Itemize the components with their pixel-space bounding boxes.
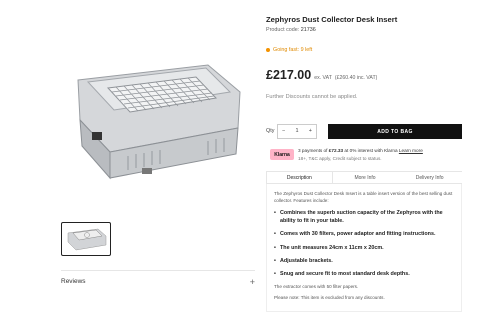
feature-item: The unit measures 24cm x 11cm x 20cm. [274,244,454,252]
feature-item: Combines the superb suction capacity of … [274,209,454,225]
product-main-image[interactable] [58,40,250,190]
tab-description[interactable]: Description [266,172,333,183]
tab-more-info[interactable]: More Info [333,172,398,183]
product-code: Product code: 21736 [266,27,316,33]
klarna-amount: £72.33 [328,148,344,153]
expand-plus-icon[interactable]: + [250,277,255,287]
add-to-bag-button[interactable]: ADD TO BAG [328,124,462,139]
stock-dot-icon [266,48,270,52]
tab-delivery-info[interactable]: Delivery Info [397,172,462,183]
product-code-label: Product code: [266,27,300,33]
feature-item: Snug and secure fit to most standard des… [274,270,454,278]
product-thumbnail[interactable] [61,222,111,256]
quantity-stepper[interactable]: − 1 + [277,124,317,139]
stock-status: Going fast: 9 left [266,47,312,53]
qty-decrease-button[interactable]: − [282,128,285,135]
klarna-promo: Klarna 3 payments of £72.33 at 0% intere… [270,147,423,162]
qty-increase-button[interactable]: + [309,128,312,135]
klarna-logo: Klarna [270,149,294,160]
reviews-accordion[interactable]: Reviews + [61,270,255,292]
qty-label: Qty [266,128,275,134]
klarna-line1-b: at 0% interest with Klarna [343,148,399,153]
discount-note: Further Discounts cannot be applied. [266,94,358,100]
klarna-learn-more-link[interactable]: Learn more [399,148,423,153]
description-extra: The extractor comes with 50 filter paper… [274,283,359,289]
feature-item: Comes with 30 filters, power adaptor and… [274,230,454,238]
description-panel: The Zephyros Dust Collector Desk Insert … [266,184,462,312]
price: £217.00 [266,68,312,82]
stock-text: Going fast: 9 left [273,47,313,53]
inc-vat-price: (£260.40 inc. VAT) [334,75,378,81]
qty-value[interactable]: 1 [295,128,298,135]
product-code-value: 21736 [300,27,316,33]
description-note: Please note: This item is excluded from … [274,294,385,300]
description-intro: The Zephyros Dust Collector Desk Insert … [274,191,453,204]
klarna-terms: 18+, T&C apply, Credit subject to status… [298,155,382,161]
klarna-text: 3 payments of £72.33 at 0% interest with… [298,147,423,162]
feature-item: Adjustable brackets. [274,257,454,265]
feature-list: Combines the superb suction capacity of … [274,209,454,278]
info-tabs: Description More Info Delivery Info [266,171,462,184]
reviews-label: Reviews [61,278,86,285]
ex-vat-label: ex. VAT [314,75,332,81]
klarna-line1-a: 3 payments of [298,148,329,153]
product-title: Zephyros Dust Collector Desk Insert [266,15,398,24]
price-block: £217.00 ex. VAT (£260.40 inc. VAT) [266,68,377,82]
